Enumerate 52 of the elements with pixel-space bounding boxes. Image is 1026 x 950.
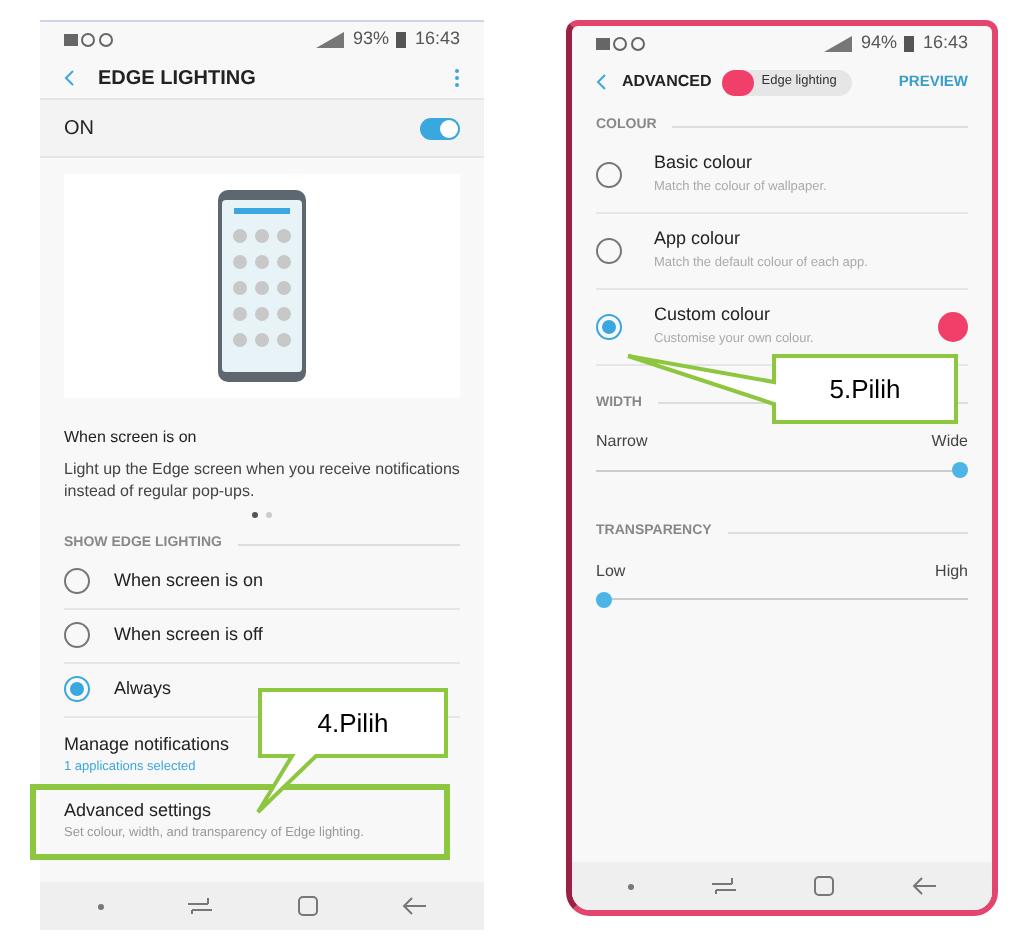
battery-icon: [904, 36, 915, 52]
slider-track[interactable]: [596, 591, 968, 607]
notification-icons: [596, 36, 648, 52]
screen-title: EDGE LIGHTING: [98, 65, 258, 93]
menu-item-title[interactable]: Manage notifications: [64, 731, 230, 758]
back-icon[interactable]: [64, 70, 74, 86]
radio-button[interactable]: [64, 568, 90, 594]
recent-apps-icon[interactable]: [188, 898, 213, 914]
option-title: Custom colour: [654, 302, 773, 329]
option-label: Always: [114, 675, 172, 702]
back-icon[interactable]: [596, 74, 606, 90]
signal-icon: [824, 36, 853, 52]
caption-text: Light up the Edge screen when you receive notifications instead of regular pop-ups.: [64, 458, 460, 502]
option-title: App colour: [654, 226, 743, 253]
callout-text: 5.Pilih: [827, 371, 903, 408]
clock-time: 16:43: [414, 26, 460, 53]
radio-button[interactable]: [64, 676, 90, 702]
screen-title: ADVANCED: [622, 70, 712, 94]
slider-thumb[interactable]: [952, 462, 968, 478]
radio-button[interactable]: [596, 161, 622, 187]
callout-text: 4.Pilih: [315, 705, 391, 742]
slider-thumb[interactable]: [596, 591, 612, 607]
option-title: Basic colour: [654, 150, 755, 177]
battery-icon: [396, 32, 407, 48]
option-label: When screen is on: [114, 567, 264, 594]
recent-apps-icon[interactable]: [711, 878, 736, 894]
signal-icon: [316, 32, 345, 48]
caption-title: When screen is on: [64, 426, 199, 450]
radio-button[interactable]: [64, 622, 90, 648]
battery-level: 93%: [352, 26, 389, 53]
home-icon[interactable]: [297, 896, 318, 916]
dot-icon[interactable]: [627, 883, 634, 889]
clock-time: 16:43: [922, 30, 968, 57]
battery-level: 94%: [860, 30, 897, 57]
master-switch-label: ON: [64, 115, 94, 143]
option-label: When screen is off: [114, 621, 263, 648]
slider-max-label: Wide: [931, 430, 968, 454]
more-options-icon[interactable]: [454, 68, 460, 88]
slider-min-label: Narrow: [596, 430, 648, 454]
radio-button[interactable]: [596, 237, 622, 263]
slider-min-label: Low: [596, 559, 626, 583]
slider-track[interactable]: [596, 462, 968, 478]
notification-icons: [64, 32, 116, 48]
colour-swatch[interactable]: [938, 311, 968, 341]
home-icon[interactable]: [814, 876, 835, 896]
menu-item-title[interactable]: Advanced settings: [64, 797, 212, 825]
toggle-switch[interactable]: [420, 117, 460, 139]
back-icon[interactable]: [401, 896, 426, 916]
slider-max-label: High: [935, 559, 968, 583]
back-icon[interactable]: [912, 876, 937, 896]
dot-icon[interactable]: [98, 903, 105, 909]
radio-button[interactable]: [596, 313, 622, 339]
